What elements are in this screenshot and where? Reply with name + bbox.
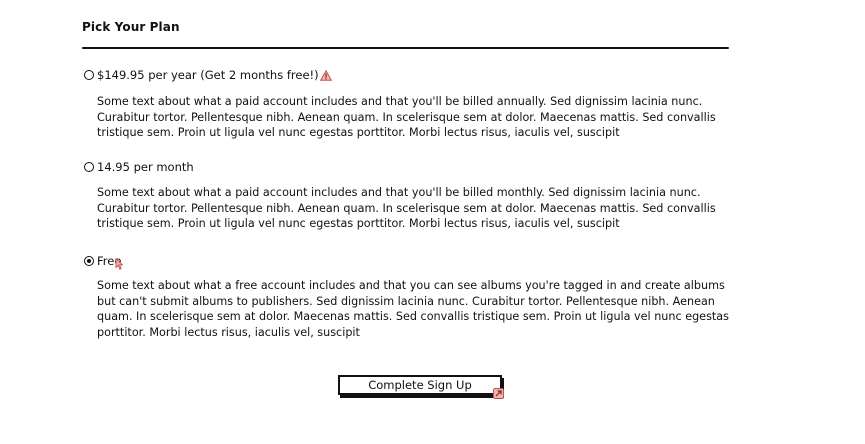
complete-signup-button[interactable]: Complete Sign Up <box>338 375 502 395</box>
plan-option-free[interactable]: Free <box>84 252 124 270</box>
page-title: Pick Your Plan <box>82 20 180 34</box>
radio-free[interactable] <box>84 256 94 266</box>
plan-option-monthly[interactable]: 14.95 per month <box>84 160 194 174</box>
plan-description-monthly: Some text about what a paid account incl… <box>97 186 716 231</box>
link-icon <box>493 388 504 399</box>
plan-description-yearly: Some text about what a paid account incl… <box>97 95 716 140</box>
plan-option-yearly[interactable]: $149.95 per year (Get 2 months free!) <box>84 68 332 82</box>
cursor-icon <box>115 258 124 270</box>
plan-label-monthly: 14.95 per month <box>97 160 194 174</box>
plan-description-free: Some text about what a free account incl… <box>97 279 729 339</box>
warning-icon <box>319 69 332 81</box>
radio-yearly[interactable] <box>84 70 94 80</box>
radio-monthly[interactable] <box>84 162 94 172</box>
title-divider <box>82 47 729 49</box>
plan-label-yearly: $149.95 per year (Get 2 months free!) <box>97 68 319 82</box>
